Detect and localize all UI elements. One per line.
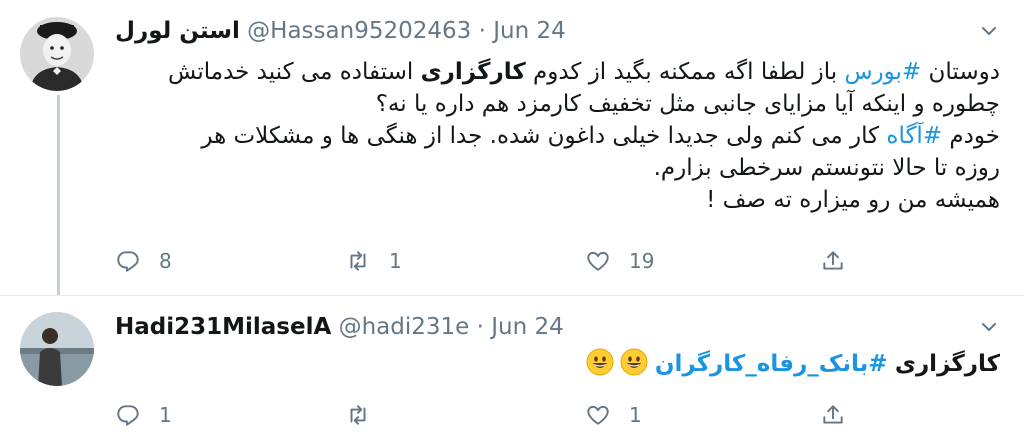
tweet-text-line: خودم #آگاه کار می کنم ولی جدیدا خیلی داغ… <box>115 120 1000 152</box>
separator-dot: · <box>478 18 486 44</box>
chevron-down-icon[interactable] <box>978 20 1000 42</box>
tweet-date[interactable]: Jun 24 <box>493 18 566 44</box>
like-count: 19 <box>629 249 655 273</box>
reply-count: 8 <box>159 249 172 273</box>
tweet-text-line: کارگزاری #بانک_رفاه_کارگران <box>115 348 1000 380</box>
chevron-down-icon[interactable] <box>978 316 1000 338</box>
text-run: کار می کنم ولی جدیدا خیلی داغون شده. جدا… <box>201 123 887 149</box>
grinning-face-emoji-icon <box>620 348 648 376</box>
tweet-text-line: چطوره و اینکه آیا مزایای جانبی مثل تخفیف… <box>375 91 1000 117</box>
retweet-count: 1 <box>389 249 402 273</box>
separator-dot: · <box>476 314 484 340</box>
tweet-text-line: روزه تا حالا نتونستم سرخطی بزارم. <box>653 155 1000 181</box>
text-run: خودم <box>942 123 1000 149</box>
avatar[interactable] <box>20 312 94 386</box>
avatar[interactable] <box>20 17 94 91</box>
tweet-text: دوستان #بورس باز لطفا اگه ممکنه بگید از … <box>115 56 1000 216</box>
tweet-text: کارگزاری #بانک_رفاه_کارگران <box>115 348 1000 380</box>
share-icon <box>823 251 843 270</box>
hashtag-link[interactable]: #بورس <box>844 59 921 85</box>
share-button[interactable] <box>820 244 846 278</box>
tweet-header: استن لورل @Hassan95202463 · Jun 24 <box>115 16 566 46</box>
display-name[interactable]: استن لورل <box>115 18 240 44</box>
text-run: دوستان <box>921 59 1000 85</box>
heart-icon <box>587 405 609 425</box>
username-handle[interactable]: @Hassan95202463 <box>247 18 471 44</box>
text-run: استفاده می کنید خدماتش <box>168 59 421 85</box>
person-avatar-icon <box>20 17 94 91</box>
tweet-text-line: همیشه من رو میزاره ته صف ! <box>706 187 1000 213</box>
share-icon <box>823 405 843 424</box>
reply-button[interactable]: 1 <box>115 398 172 432</box>
tweet[interactable]: Hadi231MilaselA @hadi231e · Jun 24 کارگز… <box>0 296 1024 437</box>
text-run: باز لطفا اگه ممکنه بگید از کدوم <box>525 59 845 85</box>
display-name[interactable]: Hadi231MilaselA <box>115 314 331 340</box>
share-button[interactable] <box>820 398 846 432</box>
tweet-header: Hadi231MilaselA @hadi231e · Jun 24 <box>115 312 564 342</box>
tweet-date[interactable]: Jun 24 <box>491 314 564 340</box>
reply-icon <box>117 405 139 426</box>
retweet-icon <box>350 405 366 425</box>
like-button[interactable]: 19 <box>585 244 654 278</box>
reply-icon <box>117 251 139 272</box>
retweet-icon <box>350 251 366 271</box>
tweet[interactable]: استن لورل @Hassan95202463 · Jun 24 دوستا… <box>0 0 1024 295</box>
hashtag-link[interactable]: #بانک_رفاه_کارگران <box>655 351 888 377</box>
tweet-text-line: دوستان #بورس باز لطفا اگه ممکنه بگید از … <box>115 56 1000 88</box>
reply-count: 1 <box>159 403 172 427</box>
tweet-actions: 1 1 <box>115 398 855 432</box>
heart-icon <box>587 251 609 271</box>
person-avatar-icon <box>20 312 94 386</box>
retweet-button[interactable]: 1 <box>345 244 402 278</box>
bold-text: کارگزاری <box>894 351 1000 377</box>
hashtag-link[interactable]: #آگاه <box>886 123 942 149</box>
like-count: 1 <box>629 403 642 427</box>
grinning-face-emoji-icon <box>586 348 614 376</box>
like-button[interactable]: 1 <box>585 398 642 432</box>
username-handle[interactable]: @hadi231e <box>339 314 470 340</box>
bold-text: کارگزاری <box>420 59 526 85</box>
retweet-button[interactable] <box>345 398 389 432</box>
reply-button[interactable]: 8 <box>115 244 172 278</box>
tweet-actions: 8 1 19 <box>115 244 855 278</box>
